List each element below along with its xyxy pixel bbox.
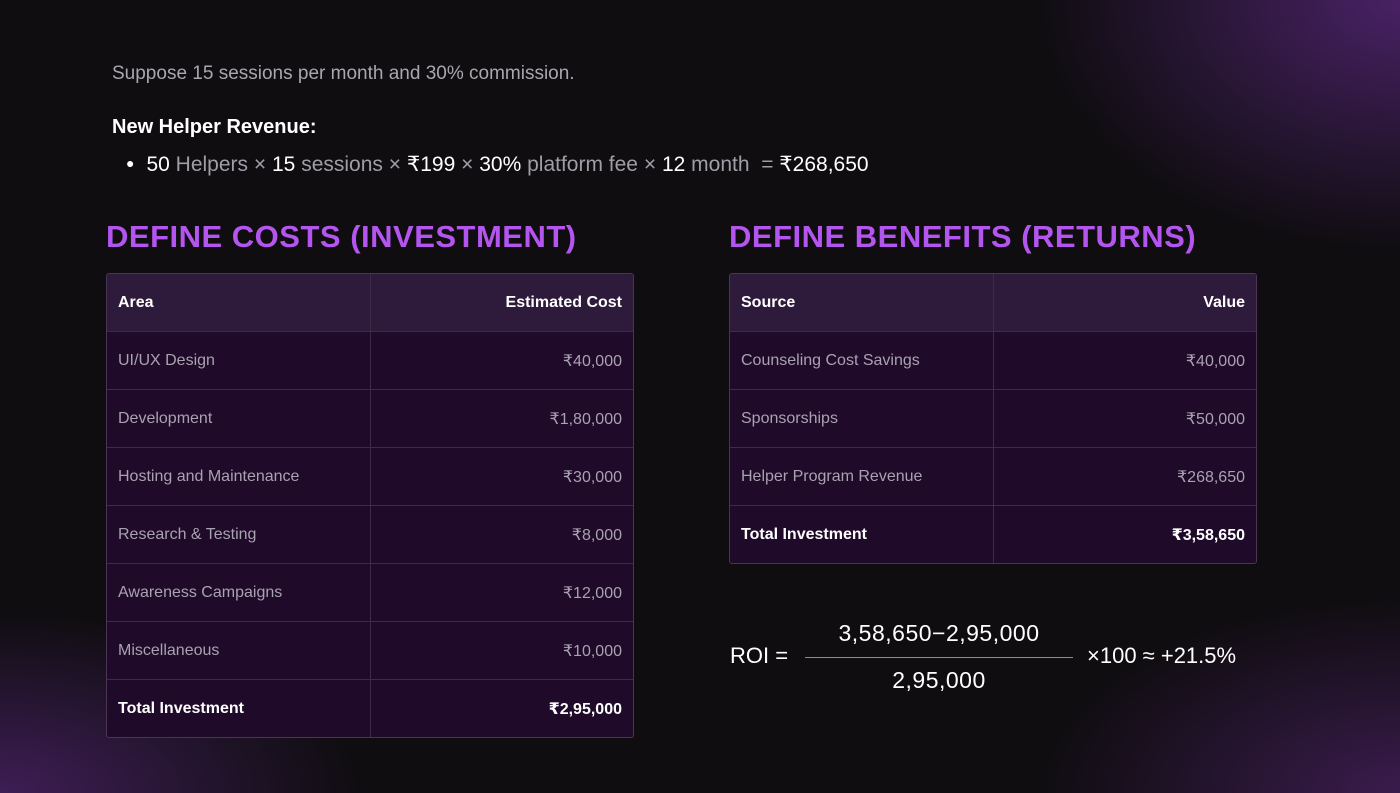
total-value: ₹3,58,650 (1171, 526, 1245, 544)
table-row: UI/UX Design ₹40,000 (107, 332, 633, 390)
total-label: Total Investment (730, 506, 994, 563)
table-row: Hosting and Maintenance ₹30,000 (107, 448, 633, 506)
bullet-icon: ● (126, 155, 135, 171)
formula-months-num: 12 (661, 153, 686, 176)
table-row: Research & Testing ₹8,000 (107, 506, 633, 564)
value-cell: ₹40,000 (1185, 352, 1245, 370)
roi-denominator: 2,95,000 (892, 667, 986, 693)
cost-cell: ₹8,000 (571, 526, 622, 544)
area-cell: Miscellaneous (107, 622, 371, 679)
table-row: Sponsorships ₹50,000 (730, 390, 1256, 448)
value-cell: ₹268,650 (1176, 468, 1245, 486)
cost-cell: ₹40,000 (562, 352, 622, 370)
area-cell: Awareness Campaigns (107, 564, 371, 621)
helper-revenue-formula: ● 50 Helpers × 15 sessions × ₹199 × 30% … (126, 152, 869, 177)
table-total-row: Total Investment ₹2,95,000 (107, 680, 633, 737)
area-cell: Hosting and Maintenance (107, 448, 371, 505)
table-row: Development ₹1,80,000 (107, 390, 633, 448)
header-cell: Estimated Cost (505, 293, 622, 311)
formula-fee-num: 30% (479, 153, 522, 176)
cost-cell: ₹12,000 (562, 584, 622, 602)
cost-cell: ₹10,000 (562, 642, 622, 660)
roi-result: ×100 ≈ +21.5% (1087, 643, 1237, 668)
header-cell: Source (730, 274, 994, 331)
cost-cell: ₹1,80,000 (549, 410, 622, 428)
formula-times: × (461, 153, 474, 176)
formula-helpers-num: 50 (146, 153, 170, 176)
formula-fee-word: platform fee (527, 153, 638, 176)
table-total-row: Total Investment ₹3,58,650 (730, 506, 1256, 563)
formula-result: ₹268,650 (779, 153, 869, 176)
formula-price: ₹199 (406, 153, 456, 176)
formula-sessions-num: 15 (272, 153, 296, 176)
area-cell: Research & Testing (107, 506, 371, 563)
roi-formula: ROI = 3,58,650−2,95,000 2,95,000 ×100 ≈ … (730, 615, 1290, 705)
fraction-bar (805, 657, 1073, 658)
table-row: Awareness Campaigns ₹12,000 (107, 564, 633, 622)
value-cell: ₹50,000 (1185, 410, 1245, 428)
header-cell: Area (107, 274, 371, 331)
formula-equals: = (761, 153, 774, 176)
formula-times: × (643, 153, 657, 176)
formula-times: × (388, 153, 402, 176)
table-row: Helper Program Revenue ₹268,650 (730, 448, 1256, 506)
formula-sessions-word: sessions (301, 153, 383, 176)
intro-text: Suppose 15 sessions per month and 30% co… (112, 63, 575, 84)
formula-times: × (253, 153, 267, 176)
benefits-title: DEFINE BENEFITS (RETURNS) (729, 219, 1197, 254)
area-cell: UI/UX Design (107, 332, 371, 389)
benefits-table: Source Value Counseling Cost Savings ₹40… (729, 273, 1257, 564)
costs-title: DEFINE COSTS (INVESTMENT) (106, 219, 577, 254)
table-header-row: Area Estimated Cost (107, 274, 633, 332)
total-value: ₹2,95,000 (548, 700, 622, 718)
total-label: Total Investment (107, 680, 371, 737)
table-row: Miscellaneous ₹10,000 (107, 622, 633, 680)
roi-numerator: 3,58,650−2,95,000 (838, 620, 1040, 646)
cost-cell: ₹30,000 (562, 468, 622, 486)
costs-table: Area Estimated Cost UI/UX Design ₹40,000… (106, 273, 634, 738)
source-cell: Helper Program Revenue (730, 448, 994, 505)
header-cell: Value (1203, 293, 1245, 311)
area-cell: Development (107, 390, 371, 447)
formula-helpers-word: Helpers (175, 153, 249, 176)
source-cell: Counseling Cost Savings (730, 332, 994, 389)
formula-months-word: month (691, 153, 750, 176)
roi-label: ROI = (730, 643, 789, 668)
helper-revenue-title: New Helper Revenue: (112, 116, 317, 138)
table-row: Counseling Cost Savings ₹40,000 (730, 332, 1256, 390)
table-header-row: Source Value (730, 274, 1256, 332)
source-cell: Sponsorships (730, 390, 994, 447)
